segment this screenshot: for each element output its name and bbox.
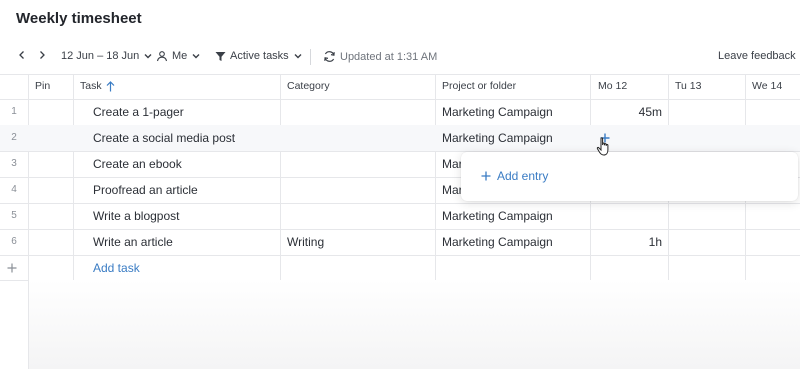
col-header-tu[interactable]: Tu 13 — [675, 74, 701, 99]
time-cell-mo[interactable]: 1h — [596, 229, 662, 255]
toolbar-divider — [310, 49, 311, 65]
task-filter-dropdown[interactable]: Active tasks — [215, 50, 303, 62]
project-cell[interactable]: Marketing Campaign — [442, 125, 553, 151]
project-cell[interactable]: Marketing Campaign — [442, 229, 553, 255]
sort-ascending-icon — [106, 81, 115, 92]
hand-pointer-icon — [596, 137, 609, 156]
add-task-row[interactable]: Add task — [0, 255, 800, 281]
time-cell-mo[interactable]: 45m — [596, 99, 662, 125]
row-number: 4 — [11, 184, 17, 195]
refresh-icon — [324, 51, 335, 62]
date-range-label: 12 Jun – 18 Jun — [61, 50, 140, 62]
col-header-task-label: Task — [80, 80, 102, 92]
chevron-down-icon — [144, 54, 152, 59]
row-number: 1 — [11, 106, 17, 117]
user-filter-dropdown[interactable]: Me — [156, 50, 201, 62]
task-cell[interactable]: Write an article — [93, 229, 173, 255]
plus-icon — [481, 171, 491, 181]
add-task-link[interactable]: Add task — [93, 255, 140, 281]
prev-week-button[interactable] — [17, 50, 27, 60]
empty-area — [29, 280, 800, 369]
task-filter-label: Active tasks — [230, 50, 289, 62]
updated-time-label: Updated at 1:31 AM — [340, 50, 438, 63]
col-header-we[interactable]: We 14 — [752, 74, 782, 99]
add-entry-label: Add entry — [497, 169, 549, 183]
project-cell[interactable]: Marketing Campaign — [442, 203, 553, 229]
col-header-project[interactable]: Project or folder — [442, 74, 516, 99]
page-title: Weekly timesheet — [16, 10, 142, 27]
row-number: 3 — [11, 158, 17, 169]
task-cell[interactable]: Create an ebook — [93, 151, 182, 177]
plus-icon — [7, 263, 17, 273]
row-number: 2 — [11, 132, 17, 143]
col-header-pin[interactable]: Pin — [35, 74, 50, 99]
project-cell[interactable]: Marketing Campaign — [442, 99, 553, 125]
task-cell[interactable]: Create a 1-pager — [93, 99, 184, 125]
chevron-down-icon — [192, 54, 200, 59]
toolbar: 12 Jun – 18 Jun Me Active tasks Updated … — [0, 46, 800, 70]
add-entry-button[interactable]: Add entry — [481, 169, 548, 183]
chevron-right-icon — [40, 51, 45, 59]
table-row[interactable]: 6 Write an article Writing Marketing Cam… — [0, 229, 800, 255]
date-range-dropdown[interactable]: 12 Jun – 18 Jun — [61, 50, 153, 62]
add-entry-popup: Add entry — [461, 152, 798, 201]
add-row-plus[interactable] — [7, 255, 17, 281]
user-icon — [156, 51, 168, 62]
col-header-mo[interactable]: Mo 12 — [598, 74, 627, 99]
leave-feedback-link[interactable]: Leave feedback — [718, 50, 796, 62]
row-number: 5 — [11, 210, 17, 221]
table-row[interactable]: 5 Write a blogpost Marketing Campaign — [0, 203, 800, 229]
task-cell[interactable]: Proofread an article — [93, 177, 198, 203]
col-header-task[interactable]: Task — [80, 74, 115, 99]
category-cell[interactable]: Writing — [287, 229, 324, 255]
grid-line — [0, 74, 800, 75]
row-number: 6 — [11, 236, 17, 247]
chevron-left-icon — [19, 51, 24, 59]
task-cell[interactable]: Create a social media post — [93, 125, 235, 151]
col-header-category[interactable]: Category — [287, 74, 330, 99]
table-row[interactable]: 2 Create a social media post Marketing C… — [0, 125, 800, 151]
filter-icon — [215, 51, 226, 61]
refresh-status[interactable]: Updated at 1:31 AM — [323, 50, 437, 63]
user-filter-label: Me — [172, 50, 188, 62]
chevron-down-icon — [294, 54, 302, 59]
next-week-button[interactable] — [37, 50, 47, 60]
table-row[interactable]: 1 Create a 1-pager Marketing Campaign 45… — [0, 99, 800, 125]
task-cell[interactable]: Write a blogpost — [93, 203, 180, 229]
